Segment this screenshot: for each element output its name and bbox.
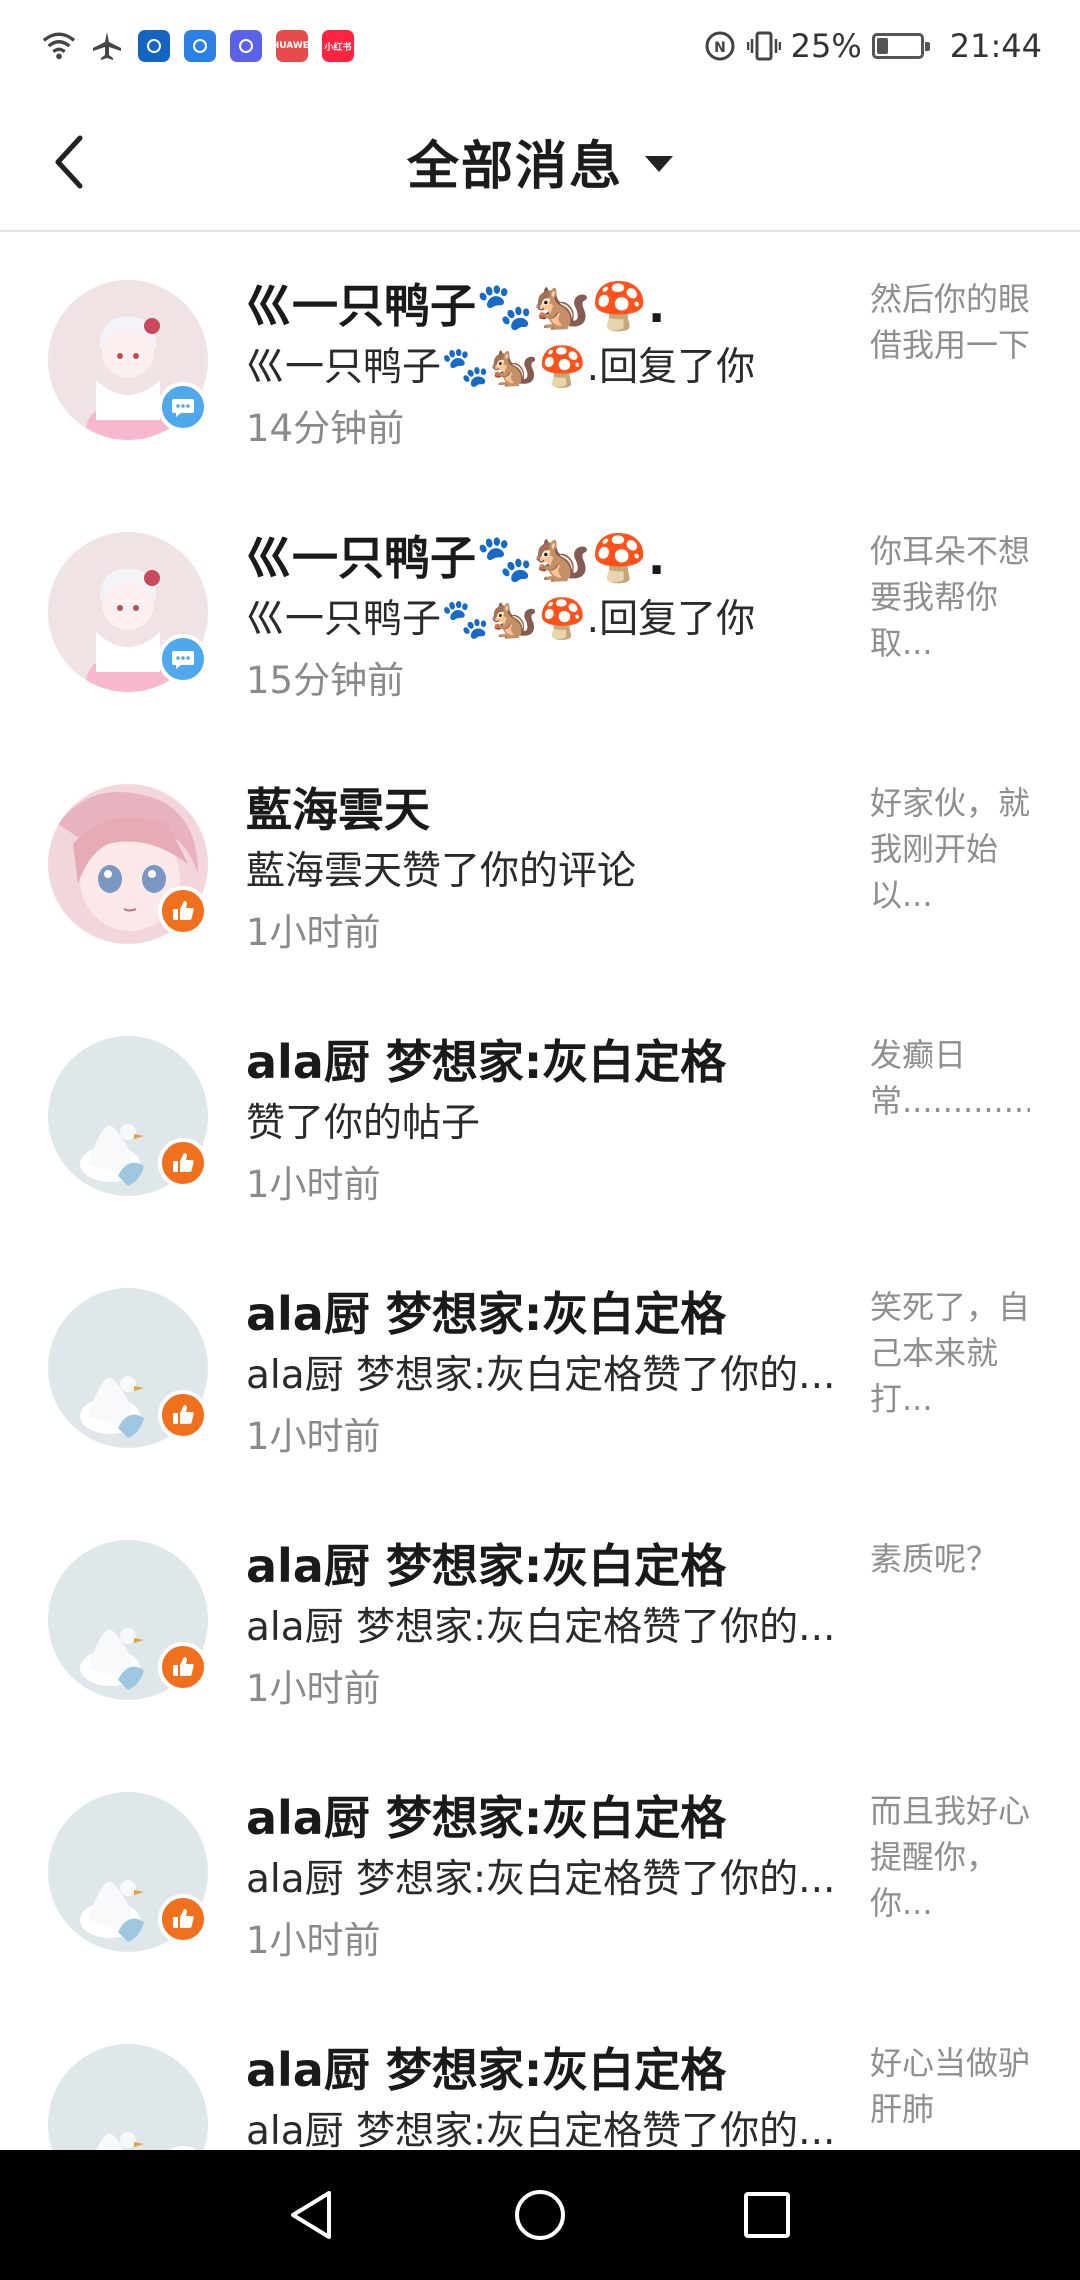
shield-app-icon bbox=[138, 30, 170, 62]
battery-icon bbox=[871, 33, 930, 59]
airplane-mode-icon bbox=[90, 29, 124, 63]
xiaohongshu-app-icon: 小红书 bbox=[322, 30, 354, 62]
message-item[interactable]: 巛一只鸭子🐾🐿️🍄. 巛一只鸭子🐾🐿️🍄.回复了你 15分钟前 你耳朵不想要我帮你取.… bbox=[0, 484, 1080, 736]
nfc-icon: N bbox=[703, 29, 737, 63]
battery-percent: 25% bbox=[790, 27, 862, 65]
sender-name[interactable]: 巛一只鸭子🐾🐿️🍄. bbox=[246, 270, 665, 336]
notification-app-icons: HUAWEI 小红书 bbox=[138, 30, 354, 62]
message-time: 15分钟前 bbox=[246, 659, 405, 702]
sender-name[interactable]: 藍海雲天 bbox=[246, 774, 430, 840]
huawei-app-icon: HUAWEI bbox=[272, 30, 312, 62]
status-bar: HUAWEI 小红书 N 25% 21:44 bbox=[0, 0, 1080, 92]
nav-back-button[interactable] bbox=[273, 2175, 353, 2255]
message-time: 1小时前 bbox=[246, 1163, 381, 1206]
message-item[interactable]: ala厨 梦想家:灰白定格 ala厨 梦想家:灰白定格赞了你的... 1小时前 笑死了… bbox=[0, 1240, 1080, 1492]
content-preview[interactable]: 发癫日常..................... bbox=[870, 1032, 1030, 1124]
status-left-icons: HUAWEI 小红书 bbox=[42, 29, 354, 63]
sender-name[interactable]: ala厨 梦想家:灰白定格 bbox=[246, 1278, 726, 1344]
svg-text:N: N bbox=[714, 40, 726, 56]
back-triangle-icon bbox=[291, 2191, 332, 2239]
message-time: 1小时前 bbox=[246, 1415, 381, 1458]
chevron-left-icon bbox=[55, 135, 83, 189]
sender-name[interactable]: ala厨 梦想家:灰白定格 bbox=[246, 1530, 726, 1596]
system-nav-bar bbox=[0, 2150, 1080, 2280]
like-badge-icon bbox=[158, 886, 208, 936]
message-item[interactable]: ala厨 梦想家:灰白定格 ala厨 梦想家:灰白定格赞了你的... 1小时前 素质呢… bbox=[0, 1492, 1080, 1744]
page-title: 全部消息 bbox=[406, 136, 623, 197]
content-preview[interactable]: 而且我好心提醒你，你... bbox=[870, 1788, 1030, 1926]
avatar[interactable] bbox=[48, 2044, 208, 2150]
reply-badge-icon bbox=[158, 634, 208, 684]
content-preview[interactable]: 好家伙，就我刚开始以... bbox=[870, 780, 1030, 918]
clock: 21:44 bbox=[949, 27, 1042, 65]
like-badge-icon bbox=[158, 1138, 208, 1188]
content-preview[interactable]: 素质呢？ bbox=[870, 1536, 1030, 1582]
message-list[interactable]: 巛一只鸭子🐾🐿️🍄. 巛一只鸭子🐾🐿️🍄.回复了你 14分钟前 然后你的眼借我用一下巛… bbox=[0, 232, 1080, 2150]
message-description: 巛一只鸭子🐾🐿️🍄.回复了你 bbox=[246, 597, 756, 642]
message-description: 赞了你的帖子 bbox=[246, 1101, 481, 1146]
message-item[interactable]: 巛一只鸭子🐾🐿️🍄. 巛一只鸭子🐾🐿️🍄.回复了你 14分钟前 然后你的眼借我用一下 bbox=[0, 232, 1080, 484]
message-time: 1小时前 bbox=[246, 1667, 381, 1710]
content-preview[interactable]: 然后你的眼借我用一下 bbox=[870, 276, 1030, 368]
message-description: ala厨 梦想家:灰白定格赞了你的... bbox=[246, 1605, 836, 1650]
wifi-icon bbox=[42, 29, 76, 63]
message-description: ala厨 梦想家:灰白定格赞了你的... bbox=[246, 2109, 836, 2150]
sender-name[interactable]: ala厨 梦想家:灰白定格 bbox=[246, 1026, 726, 1092]
message-description: 巛一只鸭子🐾🐿️🍄.回复了你 bbox=[246, 345, 756, 390]
message-item[interactable]: ala厨 梦想家:灰白定格 ala厨 梦想家:灰白定格赞了你的... 好心当做驴肝肺 bbox=[0, 1996, 1080, 2150]
back-button[interactable] bbox=[40, 132, 100, 192]
reply-badge-icon bbox=[158, 382, 208, 432]
like-badge-icon bbox=[158, 1894, 208, 1944]
like-badge-icon bbox=[158, 1390, 208, 1440]
message-description: ala厨 梦想家:灰白定格赞了你的... bbox=[246, 1857, 836, 1902]
message-item[interactable]: ala厨 梦想家:灰白定格 ala厨 梦想家:灰白定格赞了你的... 1小时前 而且我… bbox=[0, 1744, 1080, 1996]
battery-level bbox=[876, 38, 889, 54]
status-right-icons: N 25% 21:44 bbox=[703, 27, 1042, 65]
nav-home-button[interactable] bbox=[500, 2175, 580, 2255]
sender-name[interactable]: ala厨 梦想家:灰白定格 bbox=[246, 2034, 726, 2100]
sender-name[interactable]: 巛一只鸭子🐾🐿️🍄. bbox=[246, 522, 665, 588]
like-badge-icon bbox=[158, 1642, 208, 1692]
recents-square-icon bbox=[743, 2192, 790, 2238]
content-preview[interactable]: 好心当做驴肝肺 bbox=[870, 2040, 1030, 2132]
message-description: 藍海雲天赞了你的评论 bbox=[246, 849, 637, 894]
message-item[interactable]: ala厨 梦想家:灰白定格赞了你的帖子 1小时前 发癫日常.............… bbox=[0, 988, 1080, 1240]
content-preview[interactable]: 你耳朵不想要我帮你取... bbox=[870, 528, 1030, 666]
message-description: ala厨 梦想家:灰白定格赞了你的... bbox=[246, 1353, 836, 1398]
message-time: 1小时前 bbox=[246, 911, 381, 954]
music-app-icon bbox=[230, 30, 262, 62]
header: 全部消息 bbox=[0, 92, 1080, 232]
message-time: 14分钟前 bbox=[246, 407, 405, 450]
home-circle-icon bbox=[514, 2190, 565, 2240]
vibrate-icon bbox=[746, 29, 781, 63]
message-item[interactable]: 藍海雲天藍海雲天赞了你的评论 1小时前 好家伙，就我刚开始以... bbox=[0, 736, 1080, 988]
browser-app-icon bbox=[184, 30, 216, 62]
caret-down-icon bbox=[645, 156, 673, 172]
message-filter-dropdown[interactable]: 全部消息 bbox=[407, 124, 673, 199]
content-preview[interactable]: 笑死了，自己本来就打... bbox=[870, 1284, 1030, 1422]
nav-recents-button[interactable] bbox=[727, 2175, 807, 2255]
message-time: 1小时前 bbox=[246, 1919, 381, 1962]
sender-name[interactable]: ala厨 梦想家:灰白定格 bbox=[246, 1782, 726, 1848]
